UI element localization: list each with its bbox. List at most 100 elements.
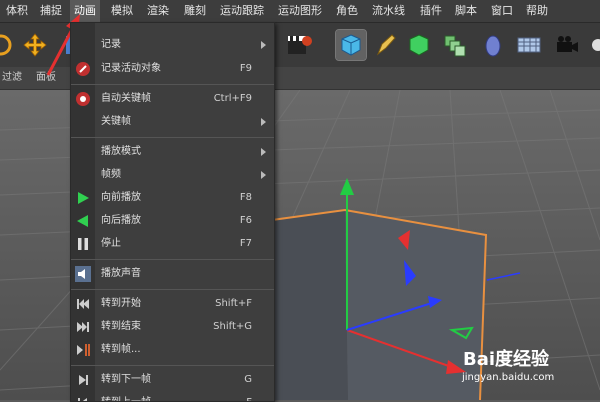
menu-item-frame-rate[interactable]: 帧频 xyxy=(71,164,274,186)
menu-item-keyframes[interactable]: 关键帧 xyxy=(71,111,274,133)
menu-item-label: 停止 xyxy=(101,238,121,249)
menu-separator xyxy=(71,365,274,366)
floor-icon xyxy=(517,37,541,53)
menu-sculpt[interactable]: 雕刻 xyxy=(180,0,210,22)
menu-shortcut: G xyxy=(244,374,252,385)
menu-mograph[interactable]: 运动图形 xyxy=(274,0,326,22)
tool-array-button[interactable] xyxy=(440,30,470,60)
submenu-arrow-icon xyxy=(261,118,266,126)
menu-simulate[interactable]: 模拟 xyxy=(107,0,137,22)
viewport-filter-menu[interactable]: 过滤 xyxy=(2,67,22,89)
tool-move-button[interactable] xyxy=(20,30,50,60)
menu-item-goto-start[interactable]: 转到开始 Shift+F xyxy=(71,293,274,315)
menu-render[interactable]: 渲染 xyxy=(143,0,173,22)
menu-separator xyxy=(71,137,274,138)
menu-item-label: 播放声音 xyxy=(101,268,141,279)
menu-item-play-backward[interactable]: 向后播放 F6 xyxy=(71,210,274,232)
menu-separator xyxy=(71,289,274,290)
submenu-arrow-icon xyxy=(261,41,266,49)
menu-item-record[interactable]: 记录 xyxy=(71,34,274,56)
menu-item-label: 记录活动对象 xyxy=(101,63,161,74)
menu-item-label: 向前播放 xyxy=(101,192,141,203)
move-icon xyxy=(23,33,47,57)
cube-icon xyxy=(341,34,361,56)
menu-shortcut: F8 xyxy=(239,192,252,203)
menu-item-label: 记录 xyxy=(101,39,121,50)
play-backward-icon xyxy=(77,215,88,227)
menu-item-label: 转到开始 xyxy=(101,298,141,309)
viewport-panel-menu[interactable]: 面板 xyxy=(36,67,56,89)
menu-item-auto-keyframe[interactable]: 自动关键帧 Ctrl+F9 xyxy=(71,88,274,110)
autokey-icon xyxy=(76,92,90,106)
deformer-icon xyxy=(485,35,501,57)
goto-start-icon xyxy=(77,299,89,309)
record-icon xyxy=(76,62,90,76)
menu-item-record-active-object[interactable]: 记录活动对象 F9 xyxy=(71,58,274,80)
menu-item-stop[interactable]: 停止 F7 xyxy=(71,233,274,255)
menu-item-play-sound[interactable]: 播放声音 xyxy=(71,263,274,285)
menu-shortcut: F xyxy=(246,392,252,401)
submenu-arrow-icon xyxy=(261,171,266,179)
animation-dropdown-menu: 记录 记录活动对象 F9 自动关键帧 Ctrl+F9 关键帧 播放模式 帧频 向… xyxy=(70,22,275,402)
menu-item-goto-frame[interactable]: 转到帧... xyxy=(71,339,274,361)
watermark-brand: Bai度经验 xyxy=(463,349,550,370)
menu-plugins[interactable]: 插件 xyxy=(416,0,446,22)
menu-item-label: 转到下一帧 xyxy=(101,374,151,385)
tool-floor-button[interactable] xyxy=(514,30,544,60)
subdivision-icon xyxy=(409,34,429,56)
menubar: 体积 捕捉 动画 模拟 渲染 雕刻 运动跟踪 运动图形 角色 流水线 插件 脚本… xyxy=(0,0,600,23)
camera-icon xyxy=(557,36,578,52)
menu-item-label: 播放模式 xyxy=(101,146,141,157)
menu-snap[interactable]: 捕捉 xyxy=(36,0,66,22)
prev-frame-icon xyxy=(78,398,87,401)
menu-separator xyxy=(71,259,274,260)
menu-item-label: 向后播放 xyxy=(101,215,141,226)
menu-item-play-forward[interactable]: 向前播放 F8 xyxy=(71,187,274,209)
menu-item-label: 关键帧 xyxy=(101,116,131,127)
goto-frame-icon xyxy=(77,344,90,356)
menu-shortcut: F7 xyxy=(239,238,252,249)
menu-item-label: 转到结束 xyxy=(101,321,141,332)
menu-item-label: 转到上一帧 xyxy=(101,392,151,401)
menu-help[interactable]: 帮助 xyxy=(522,0,552,22)
speaker-icon xyxy=(75,266,91,282)
menu-item-label: 自动关键帧 xyxy=(101,93,151,104)
menu-character[interactable]: 角色 xyxy=(332,0,362,22)
menu-item-goto-end[interactable]: 转到结束 Shift+G xyxy=(71,316,274,338)
menu-separator xyxy=(71,84,274,85)
tool-light-button[interactable] xyxy=(588,30,600,60)
clapperboard-icon xyxy=(288,36,312,54)
menu-shortcut: F9 xyxy=(239,63,252,74)
menu-window[interactable]: 窗口 xyxy=(487,0,517,22)
menu-motion-tracking[interactable]: 运动跟踪 xyxy=(216,0,268,22)
menu-shortcut: F6 xyxy=(239,215,252,226)
submenu-arrow-icon xyxy=(261,148,266,156)
menu-volume[interactable]: 体积 xyxy=(2,0,32,22)
menu-item-next-frame[interactable]: 转到下一帧 G xyxy=(71,369,274,391)
pen-icon xyxy=(376,34,396,56)
menu-script[interactable]: 脚本 xyxy=(451,0,481,22)
tool-deformer-button[interactable] xyxy=(478,30,508,60)
next-frame-icon xyxy=(79,375,88,385)
menu-shortcut: Ctrl+F9 xyxy=(213,93,252,104)
menu-item-playback-mode[interactable]: 播放模式 xyxy=(71,141,274,163)
watermark-url: jingyan.baidu.com xyxy=(462,372,555,383)
tool-subdivision-button[interactable] xyxy=(404,30,434,60)
menu-item-label: 帧频 xyxy=(101,169,121,180)
stop-icon xyxy=(78,238,88,250)
menu-shortcut: Shift+F xyxy=(215,298,252,309)
menu-item-prev-frame[interactable]: 转到上一帧 F xyxy=(71,392,274,401)
rotate-icon xyxy=(0,34,12,56)
goto-end-icon xyxy=(77,322,89,332)
array-icon xyxy=(444,35,466,57)
menu-animation[interactable]: 动画 xyxy=(70,0,100,22)
tool-clapper-button[interactable] xyxy=(284,30,314,60)
tool-rotate-button[interactable] xyxy=(0,30,16,60)
tool-cube-button[interactable] xyxy=(335,29,367,61)
menu-pipeline[interactable]: 流水线 xyxy=(368,0,409,22)
tool-camera-button[interactable] xyxy=(552,30,582,60)
tool-pen-button[interactable] xyxy=(370,30,400,60)
play-forward-icon xyxy=(78,192,89,204)
menu-shortcut: Shift+G xyxy=(213,321,252,332)
menu-item-label: 转到帧... xyxy=(101,344,141,355)
